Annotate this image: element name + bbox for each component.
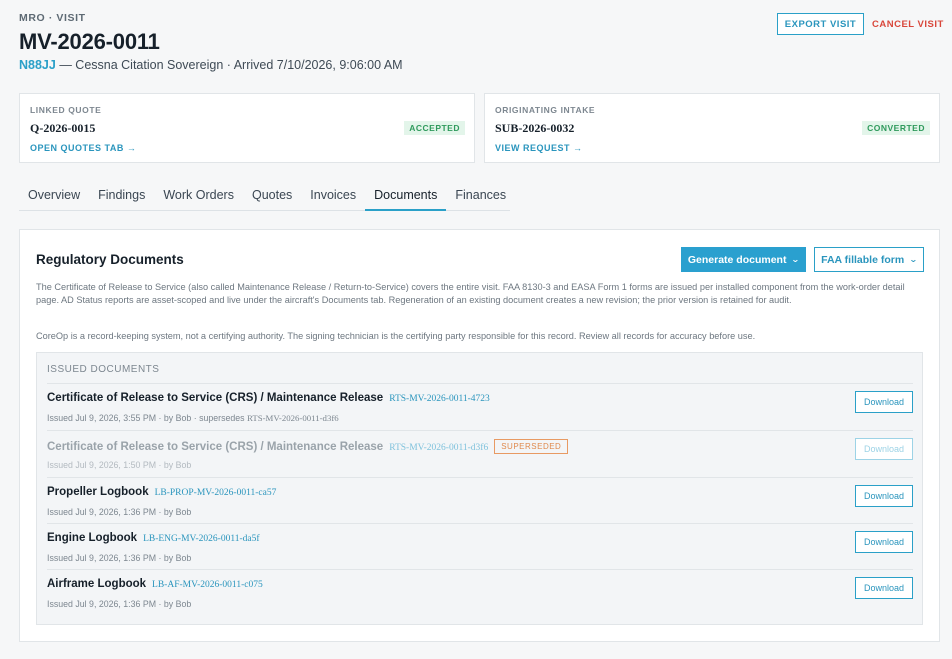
document-meta: Issued Jul 9, 2026, 1:50 PM · by Bob	[47, 460, 192, 470]
breadcrumb: MRO · VISIT	[19, 12, 86, 24]
linked-quote-id: Q-2026-0015	[30, 121, 96, 135]
cancel-visit-button[interactable]: CANCEL VISIT	[872, 13, 944, 35]
download-button[interactable]: Download	[855, 577, 913, 599]
tab-quotes[interactable]: Quotes	[243, 182, 301, 211]
tab-work-orders[interactable]: Work Orders	[154, 182, 243, 211]
page-title: MV-2026-0011	[19, 29, 160, 54]
issued-documents-list: ISSUED DOCUMENTS Certificate of Release …	[36, 352, 923, 625]
issued-documents-header: ISSUED DOCUMENTS	[47, 364, 160, 375]
document-code[interactable]: LB-PROP-MV-2026-0011-ca57	[155, 488, 277, 498]
document-code[interactable]: LB-AF-MV-2026-0011-c075	[152, 580, 263, 590]
visit-tabs: Overview Findings Work Orders Quotes Inv…	[19, 182, 510, 211]
document-title: Propeller Logbook	[47, 486, 149, 498]
document-code[interactable]: LB-ENG-MV-2026-0011-da5f	[143, 534, 259, 544]
download-button[interactable]: Download	[855, 485, 913, 507]
document-row: Propeller Logbook LB-PROP-MV-2026-0011-ca…	[47, 477, 913, 523]
chevron-down-icon: ⌄	[909, 255, 918, 264]
document-name: Engine Logbook LB-ENG-MV-2026-0011-da5f	[47, 532, 260, 544]
intake-status-badge: CONVERTED	[862, 121, 930, 135]
document-row: Certificate of Release to Service (CRS) …	[47, 430, 913, 476]
document-code[interactable]: RTS-MV-2026-0011-d3f6	[389, 443, 488, 453]
supersedes-code: RTS-MV-2026-0011-d3f6	[247, 413, 339, 423]
generate-document-label: Generate document	[687, 253, 787, 266]
export-visit-button[interactable]: EXPORT VISIT	[777, 13, 864, 35]
intake-id: SUB-2026-0032	[495, 121, 575, 135]
faa-fillable-form-button[interactable]: FAA fillable form ⌄	[814, 247, 924, 272]
document-row: Certificate of Release to Service (CRS) …	[47, 383, 913, 429]
superseded-badge: SUPERSEDED	[494, 439, 569, 454]
document-meta: Issued Jul 9, 2026, 1:36 PM · by Bob	[47, 553, 192, 563]
download-button[interactable]: Download	[855, 438, 913, 460]
document-title: Airframe Logbook	[47, 578, 147, 590]
document-row: Engine Logbook LB-ENG-MV-2026-0011-da5f I…	[47, 523, 913, 569]
visit-summary-text: — Cessna Citation Sovereign · Arrived 7/…	[55, 58, 403, 72]
document-title: Certificate of Release to Service (CRS) …	[47, 441, 384, 453]
document-meta: Issued Jul 9, 2026, 3:55 PM · by Bob · s…	[47, 413, 339, 423]
document-title: Certificate of Release to Service (CRS) …	[47, 392, 384, 404]
aircraft-tail-link[interactable]: N88JJ	[19, 58, 56, 72]
document-name: Airframe Logbook LB-AF-MV-2026-0011-c075	[47, 578, 263, 590]
linked-quote-card: LINKED QUOTE Q-2026-0015 ACCEPTED OPEN Q…	[19, 93, 475, 163]
document-row: Airframe Logbook LB-AF-MV-2026-0011-c075 …	[47, 569, 913, 615]
document-issued-text: Issued Jul 9, 2026, 3:55 PM · by Bob · s…	[47, 413, 247, 423]
download-button[interactable]: Download	[855, 391, 913, 413]
panel-title: Regulatory Documents	[36, 252, 184, 267]
faa-fillable-form-label: FAA fillable form	[821, 253, 905, 266]
originating-intake-label: ORIGINATING INTAKE	[495, 105, 596, 115]
regulatory-documents-panel: Regulatory Documents Generate document ⌄…	[19, 229, 940, 642]
tab-findings[interactable]: Findings	[89, 182, 154, 211]
generate-document-button[interactable]: Generate document ⌄	[681, 247, 806, 272]
quote-status-badge: ACCEPTED	[404, 121, 465, 135]
tab-invoices[interactable]: Invoices	[301, 182, 365, 211]
view-request-link[interactable]: VIEW REQUEST →	[495, 143, 583, 153]
document-meta: Issued Jul 9, 2026, 1:36 PM · by Bob	[47, 599, 192, 609]
visit-subtitle: N88JJ — Cessna Citation Sovereign · Arri…	[19, 58, 403, 72]
document-code[interactable]: RTS-MV-2026-0011-4723	[389, 394, 490, 404]
originating-intake-card: ORIGINATING INTAKE SUB-2026-0032 CONVERT…	[484, 93, 940, 163]
tab-documents[interactable]: Documents	[365, 182, 447, 211]
document-name: Certificate of Release to Service (CRS) …	[47, 439, 569, 454]
certification-disclaimer: CoreOp is a record-keeping system, not a…	[36, 331, 756, 341]
download-button[interactable]: Download	[855, 531, 913, 553]
open-quotes-tab-link[interactable]: OPEN QUOTES TAB →	[30, 143, 136, 153]
document-meta: Issued Jul 9, 2026, 1:36 PM · by Bob	[47, 507, 192, 517]
panel-description: The Certificate of Release to Service (a…	[36, 282, 905, 305]
tab-finances[interactable]: Finances	[446, 182, 515, 211]
document-name: Propeller Logbook LB-PROP-MV-2026-0011-ca…	[47, 486, 276, 498]
document-name: Certificate of Release to Service (CRS) …	[47, 392, 490, 404]
linked-quote-label: LINKED QUOTE	[30, 105, 102, 115]
tab-overview[interactable]: Overview	[19, 182, 89, 211]
document-title: Engine Logbook	[47, 532, 138, 544]
chevron-down-icon: ⌄	[791, 255, 801, 264]
